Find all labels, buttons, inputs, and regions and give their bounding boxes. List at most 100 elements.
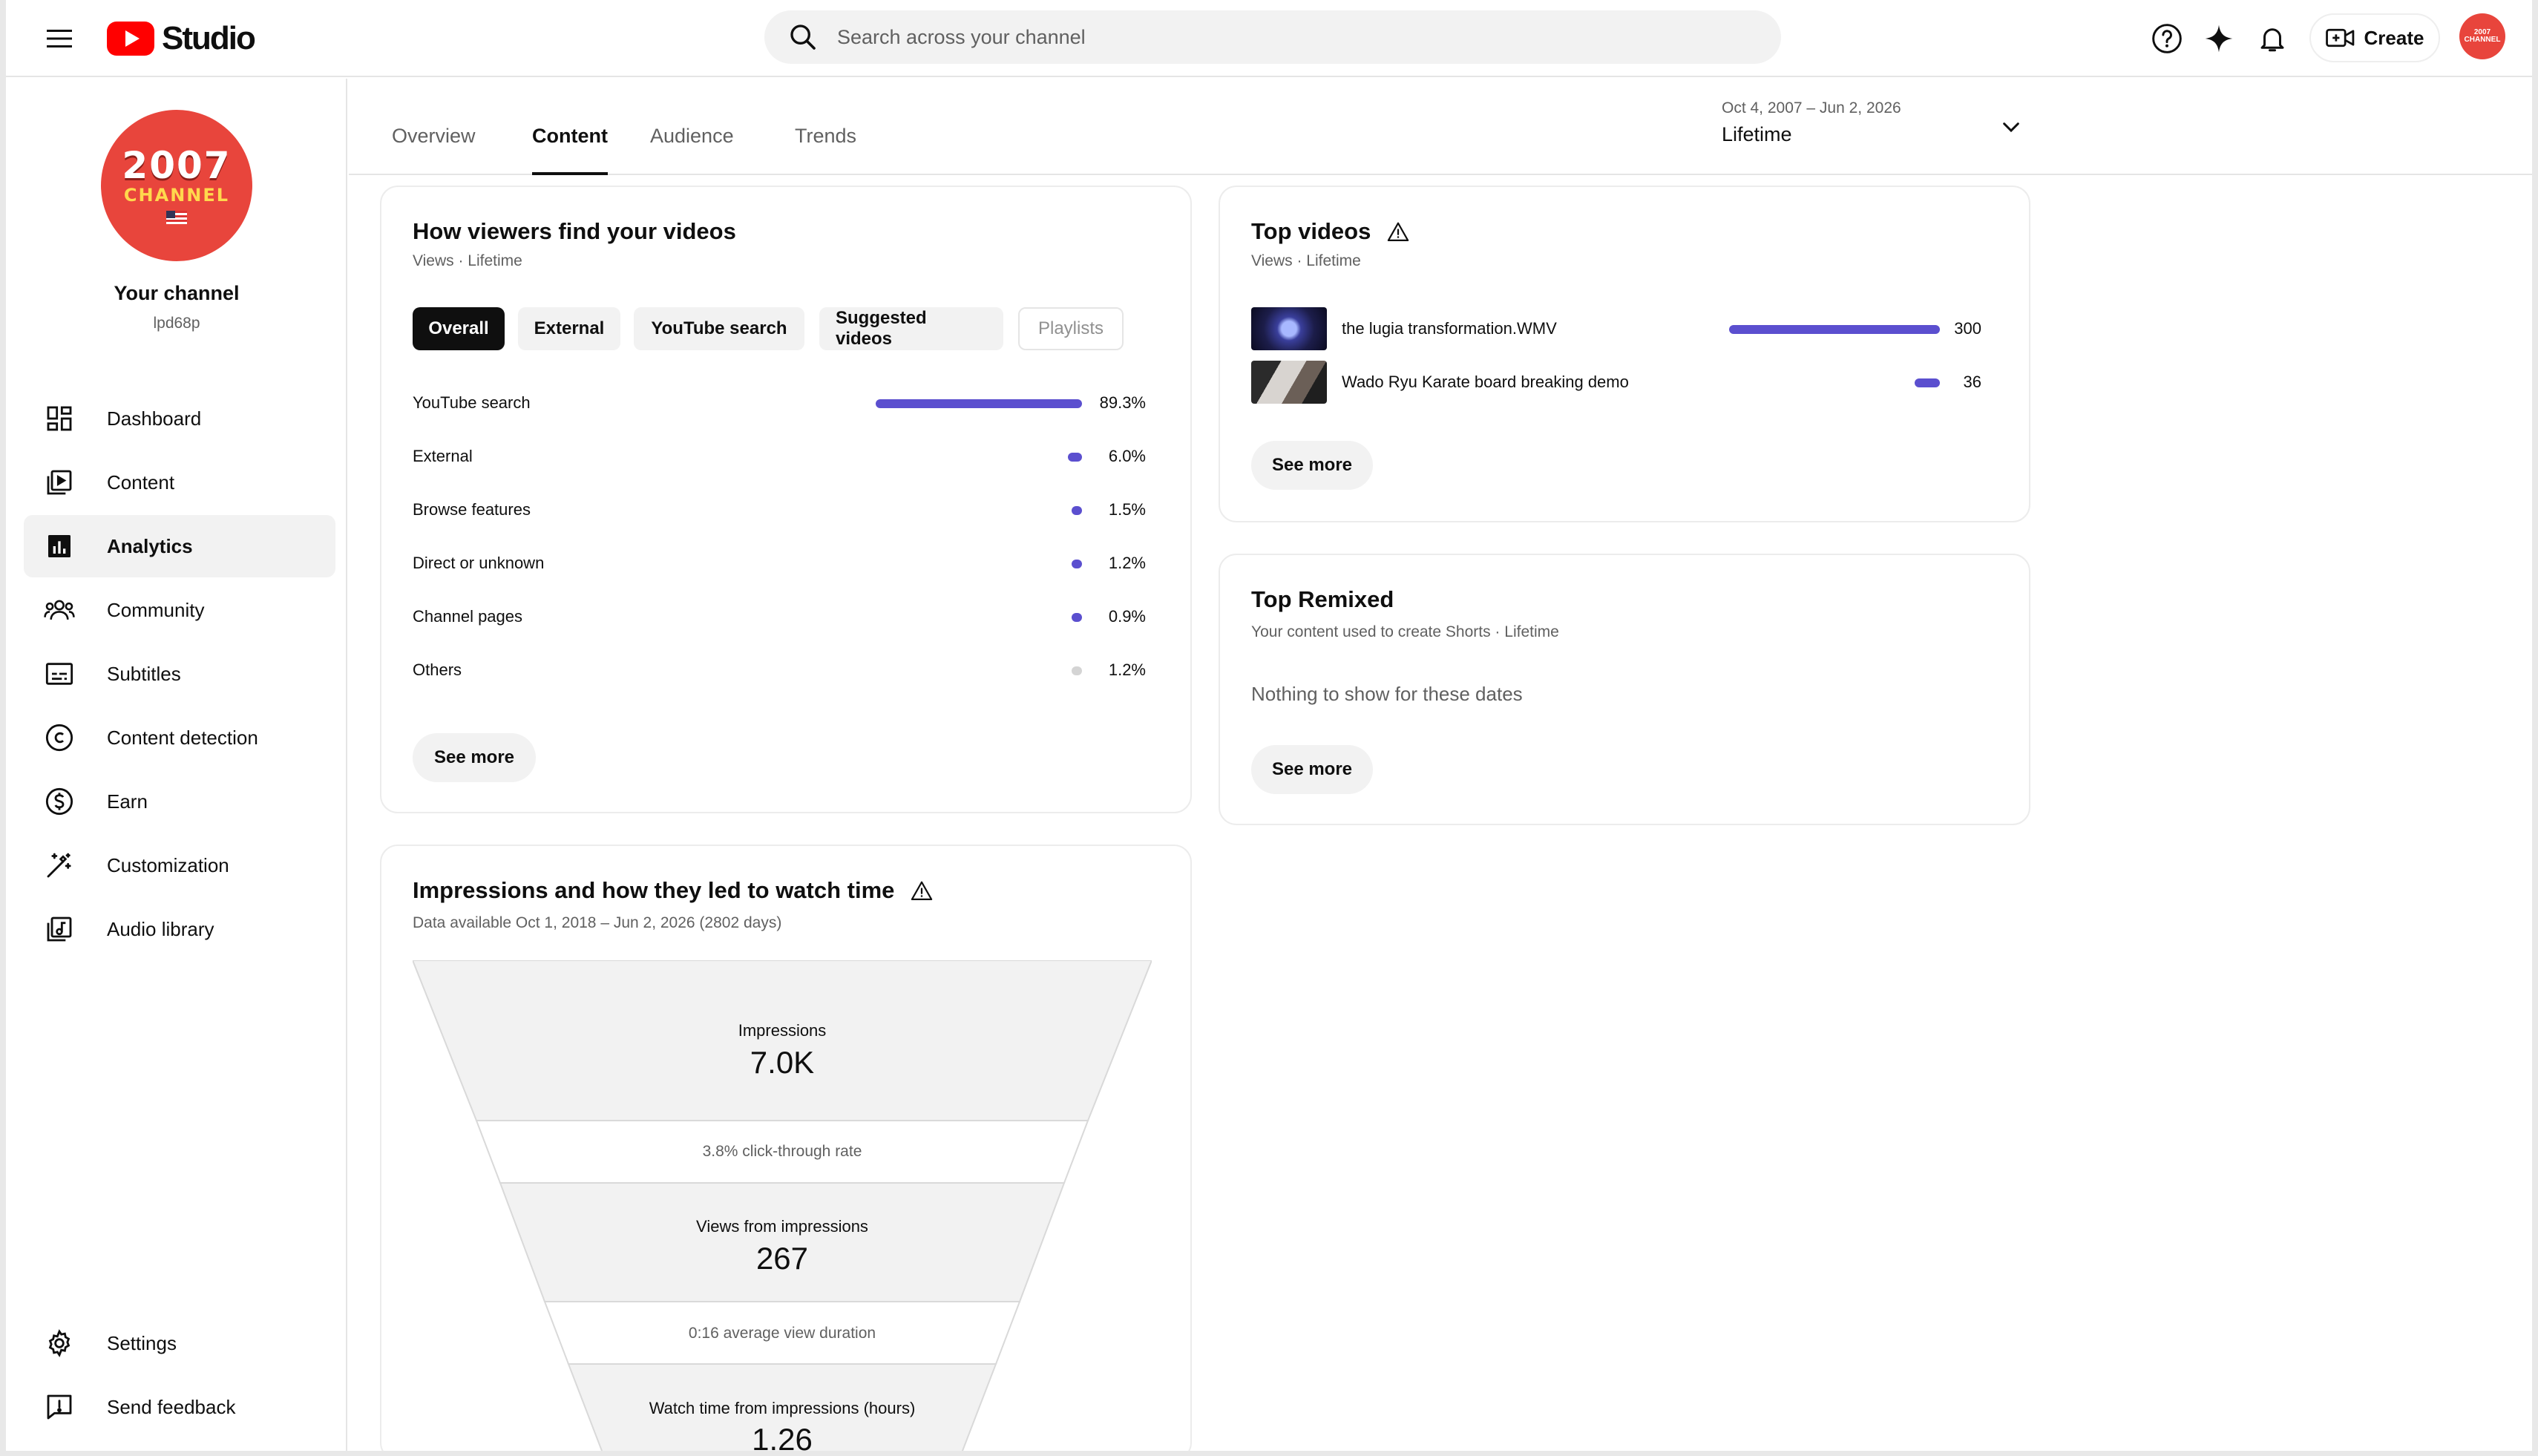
see-more-button[interactable]: See more bbox=[413, 733, 536, 782]
sidebar-item-content-detection[interactable]: Content detection bbox=[24, 706, 335, 769]
traffic-source-row[interactable]: Channel pages 0.9% bbox=[413, 603, 1146, 632]
send-feedback-label: Send feedback bbox=[107, 1395, 236, 1418]
top-videos-card: Top videos Views · Lifetime the lugia tr… bbox=[1219, 186, 2030, 522]
create-label: Create bbox=[2364, 26, 2424, 49]
content-icon bbox=[43, 466, 76, 499]
card-title: Top videos bbox=[1251, 218, 1409, 245]
traffic-source-bar bbox=[876, 399, 1082, 408]
traffic-source-value: 6.0% bbox=[1108, 447, 1146, 465]
traffic-sources-card: How viewers find your videos Views · Lif… bbox=[380, 186, 1192, 813]
search-bar[interactable] bbox=[764, 10, 1781, 64]
channel-title: Your channel bbox=[114, 282, 240, 304]
sidebar-item-customization[interactable]: Customization bbox=[24, 834, 335, 896]
sidebar-item-community[interactable]: Community bbox=[24, 579, 335, 641]
see-more-button[interactable]: See more bbox=[1251, 441, 1373, 490]
empty-state-message: Nothing to show for these dates bbox=[1251, 683, 1523, 705]
tab-audience[interactable]: Audience bbox=[650, 125, 734, 175]
views-from-impressions-label: Views from impressions bbox=[696, 1217, 868, 1236]
sidebar-item-settings[interactable]: Settings bbox=[24, 1312, 335, 1374]
video-thumbnail[interactable] bbox=[1251, 307, 1327, 350]
traffic-source-label: YouTube search bbox=[413, 393, 531, 412]
impressions-label: Impressions bbox=[738, 1021, 827, 1040]
studio-app: Studio Create 2007 CHANNEL 2007 CHANNE bbox=[6, 0, 2532, 1451]
hamburger-menu-icon[interactable] bbox=[43, 22, 76, 55]
see-more-button[interactable]: See more bbox=[1251, 745, 1373, 794]
top-bar: Studio Create 2007 CHANNEL bbox=[6, 0, 2532, 77]
card-title: How viewers find your videos bbox=[413, 218, 736, 244]
video-title[interactable]: the lugia transformation.WMV bbox=[1342, 319, 1557, 338]
sidebar-item-earn[interactable]: Earn bbox=[24, 770, 335, 833]
traffic-source-row[interactable]: Browse features 1.5% bbox=[413, 496, 1146, 525]
traffic-source-label: Others bbox=[413, 660, 462, 679]
warning-icon[interactable] bbox=[1387, 221, 1409, 242]
views-bar bbox=[1729, 325, 1940, 334]
studio-logo[interactable]: Studio bbox=[107, 18, 256, 59]
card-subtitle: Views · Lifetime bbox=[1251, 252, 1361, 269]
video-row[interactable]: the lugia transformation.WMV 300 bbox=[1251, 307, 1981, 352]
card-subtitle: Data available Oct 1, 2018 – Jun 2, 2026… bbox=[413, 914, 782, 931]
tab-content[interactable]: Content bbox=[532, 125, 608, 175]
video-views: 36 bbox=[1963, 373, 1981, 391]
sidebar-item-label: Content bbox=[107, 470, 175, 493]
channel-avatar[interactable]: 2007 CHANNEL bbox=[101, 110, 252, 261]
help-icon[interactable] bbox=[2148, 19, 2186, 58]
video-row[interactable]: Wado Ryu Karate board breaking demo 36 bbox=[1251, 361, 1981, 405]
sidebar-item-label: Audio library bbox=[107, 917, 214, 940]
search-input[interactable] bbox=[837, 25, 1728, 49]
traffic-source-bar bbox=[1072, 666, 1082, 675]
copyright-icon bbox=[43, 721, 76, 754]
card-title: Top Remixed bbox=[1251, 586, 1394, 612]
sidebar-item-label: Subtitles bbox=[107, 662, 181, 685]
chip-overall[interactable]: Overall bbox=[413, 307, 505, 350]
search-icon bbox=[785, 19, 821, 55]
sidebar-item-label: Community bbox=[107, 598, 205, 621]
sidebar-item-subtitles[interactable]: Subtitles bbox=[24, 643, 335, 705]
impressions-funnel: Impressions 7.0K 3.8% click-through rate… bbox=[413, 960, 1152, 1451]
traffic-source-value: 1.2% bbox=[1108, 554, 1146, 572]
community-icon bbox=[43, 594, 76, 626]
chip-youtube-search[interactable]: YouTube search bbox=[634, 307, 804, 350]
dollar-icon bbox=[43, 785, 76, 818]
tab-overview[interactable]: Overview bbox=[392, 125, 476, 175]
traffic-source-value: 1.2% bbox=[1108, 660, 1146, 679]
traffic-source-bar bbox=[1072, 613, 1082, 622]
sidebar-item-label: Customization bbox=[107, 853, 229, 876]
sidebar-item-analytics[interactable]: Analytics bbox=[24, 515, 335, 577]
sidebar-item-send-feedback[interactable]: Send feedback bbox=[24, 1376, 335, 1438]
sidebar-item-dashboard[interactable]: Dashboard bbox=[24, 387, 335, 450]
chevron-down-icon[interactable] bbox=[1995, 111, 2027, 144]
chip-playlists[interactable]: Playlists bbox=[1018, 307, 1124, 350]
create-video-icon bbox=[2325, 28, 2354, 47]
traffic-source-row[interactable]: YouTube search 89.3% bbox=[413, 389, 1146, 419]
create-button[interactable]: Create bbox=[2309, 13, 2440, 62]
date-period-label[interactable]: Lifetime bbox=[1722, 123, 1792, 146]
settings-label: Settings bbox=[107, 1331, 177, 1354]
dashboard-icon bbox=[43, 402, 76, 435]
traffic-source-row[interactable]: External 6.0% bbox=[413, 442, 1146, 472]
traffic-source-label: Channel pages bbox=[413, 607, 523, 626]
chip-suggested-videos[interactable]: Suggested videos bbox=[819, 307, 1003, 350]
traffic-source-row[interactable]: Others 1.2% bbox=[413, 656, 1146, 686]
gear-icon bbox=[43, 1327, 76, 1360]
chip-external[interactable]: External bbox=[518, 307, 620, 350]
traffic-source-bar bbox=[1072, 560, 1082, 568]
video-title[interactable]: Wado Ryu Karate board breaking demo bbox=[1342, 373, 1629, 392]
warning-icon[interactable] bbox=[911, 880, 933, 901]
notifications-bell-icon[interactable] bbox=[2253, 19, 2292, 58]
subtitles-icon bbox=[43, 658, 76, 690]
tab-trends[interactable]: Trends bbox=[795, 125, 856, 175]
views-from-impressions-value: 267 bbox=[755, 1241, 809, 1276]
video-thumbnail[interactable] bbox=[1251, 361, 1327, 404]
date-range-text[interactable]: Oct 4, 2007 – Jun 2, 2026 bbox=[1722, 99, 1901, 117]
ai-sparkle-icon[interactable] bbox=[2200, 19, 2238, 58]
avg-view-duration-text: 0:16 average view duration bbox=[688, 1325, 876, 1342]
sidebar-item-label: Dashboard bbox=[107, 407, 202, 430]
sidebar-item-label: Analytics bbox=[107, 534, 193, 557]
traffic-source-value: 0.9% bbox=[1108, 607, 1146, 626]
card-subtitle: Your content used to create Shorts · Lif… bbox=[1251, 623, 1559, 640]
traffic-source-row[interactable]: Direct or unknown 1.2% bbox=[413, 549, 1146, 579]
sidebar-item-audio-library[interactable]: Audio library bbox=[24, 898, 335, 960]
video-views: 300 bbox=[1954, 319, 1981, 338]
account-avatar[interactable]: 2007 CHANNEL bbox=[2459, 13, 2505, 59]
sidebar-item-content[interactable]: Content bbox=[24, 451, 335, 514]
